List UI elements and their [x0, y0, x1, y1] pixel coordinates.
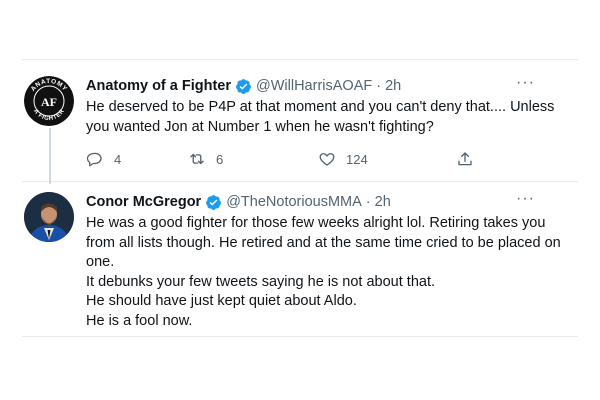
avatar[interactable] — [24, 192, 74, 242]
tweet-content: Conor McGregor @TheNotoriousMMA · 2h ···… — [86, 190, 566, 331]
tweet-text-line: you wanted Jon at Number 1 when he wasn'… — [86, 118, 434, 135]
retweet-icon — [190, 153, 204, 165]
tweet-thread-card: ANATOMY A FIGHTER AF Anatomy of a Fighte… — [0, 0, 600, 400]
tweet-header: Conor McGregor @TheNotoriousMMA · 2h — [86, 192, 566, 212]
more-options-icon[interactable]: ··· — [516, 190, 566, 208]
tweet-timestamp[interactable]: 2h — [375, 194, 391, 210]
share-button[interactable] — [456, 150, 484, 168]
tweet-text: He deserved to be P4P at that moment and… — [86, 98, 566, 137]
separator-dot: · — [376, 78, 382, 94]
verified-badge-icon — [236, 78, 251, 94]
avatar-mark-text: AF — [41, 95, 57, 109]
top-divider — [22, 59, 578, 60]
retweet-count: 6 — [216, 151, 224, 167]
retweet-button[interactable]: 6 — [188, 150, 223, 168]
verified-badge-icon — [206, 194, 222, 210]
author-name[interactable]: Conor McGregor — [86, 194, 201, 210]
anatomy-logo-icon: ANATOMY A FIGHTER AF — [24, 76, 74, 126]
reply-button[interactable]: 4 — [86, 150, 121, 168]
tweet-content: Anatomy of a Fighter @WillHarrisAOAF · 2… — [86, 74, 566, 137]
author-handle[interactable]: @TheNotoriousMMA — [226, 194, 362, 210]
author-name[interactable]: Anatomy of a Fighter — [86, 78, 231, 94]
like-count: 124 — [346, 151, 368, 167]
share-icon — [458, 152, 472, 166]
tweet-actions-bar: 4 6 124 — [86, 150, 506, 172]
tweet-divider — [22, 181, 578, 182]
heart-icon — [319, 153, 335, 166]
tweet-text-line: It debunks your few tweets saying he is … — [86, 273, 436, 290]
tweet-text-line: He was a good fighter for those few week… — [86, 215, 546, 231]
tweet-timestamp[interactable]: 2h — [385, 78, 401, 94]
more-options-icon[interactable]: ··· — [516, 74, 566, 92]
tweet-header: Anatomy of a Fighter @WillHarrisAOAF · 2… — [86, 76, 566, 96]
tweet-text-line: one. — [86, 254, 115, 270]
tweet-text: He was a good fighter for those few week… — [86, 214, 566, 331]
thread-connector-line — [49, 128, 51, 184]
separator-dot: · — [365, 194, 371, 210]
like-button[interactable]: 124 — [318, 150, 368, 168]
tweet-text-line: from all lists though. He retired and at… — [86, 234, 561, 251]
bottom-divider — [22, 336, 578, 337]
tweet-text-line: He should have just kept quiet about Ald… — [86, 293, 357, 309]
tweet-text-line: He is a fool now. — [86, 312, 193, 329]
tweet-text-line: He deserved to be P4P at that moment and… — [86, 99, 555, 115]
profile-photo-icon — [24, 192, 74, 242]
reply-icon — [86, 152, 102, 167]
avatar[interactable]: ANATOMY A FIGHTER AF — [24, 76, 74, 126]
author-handle[interactable]: @WillHarrisAOAF — [256, 78, 372, 94]
reply-count: 4 — [114, 151, 122, 167]
